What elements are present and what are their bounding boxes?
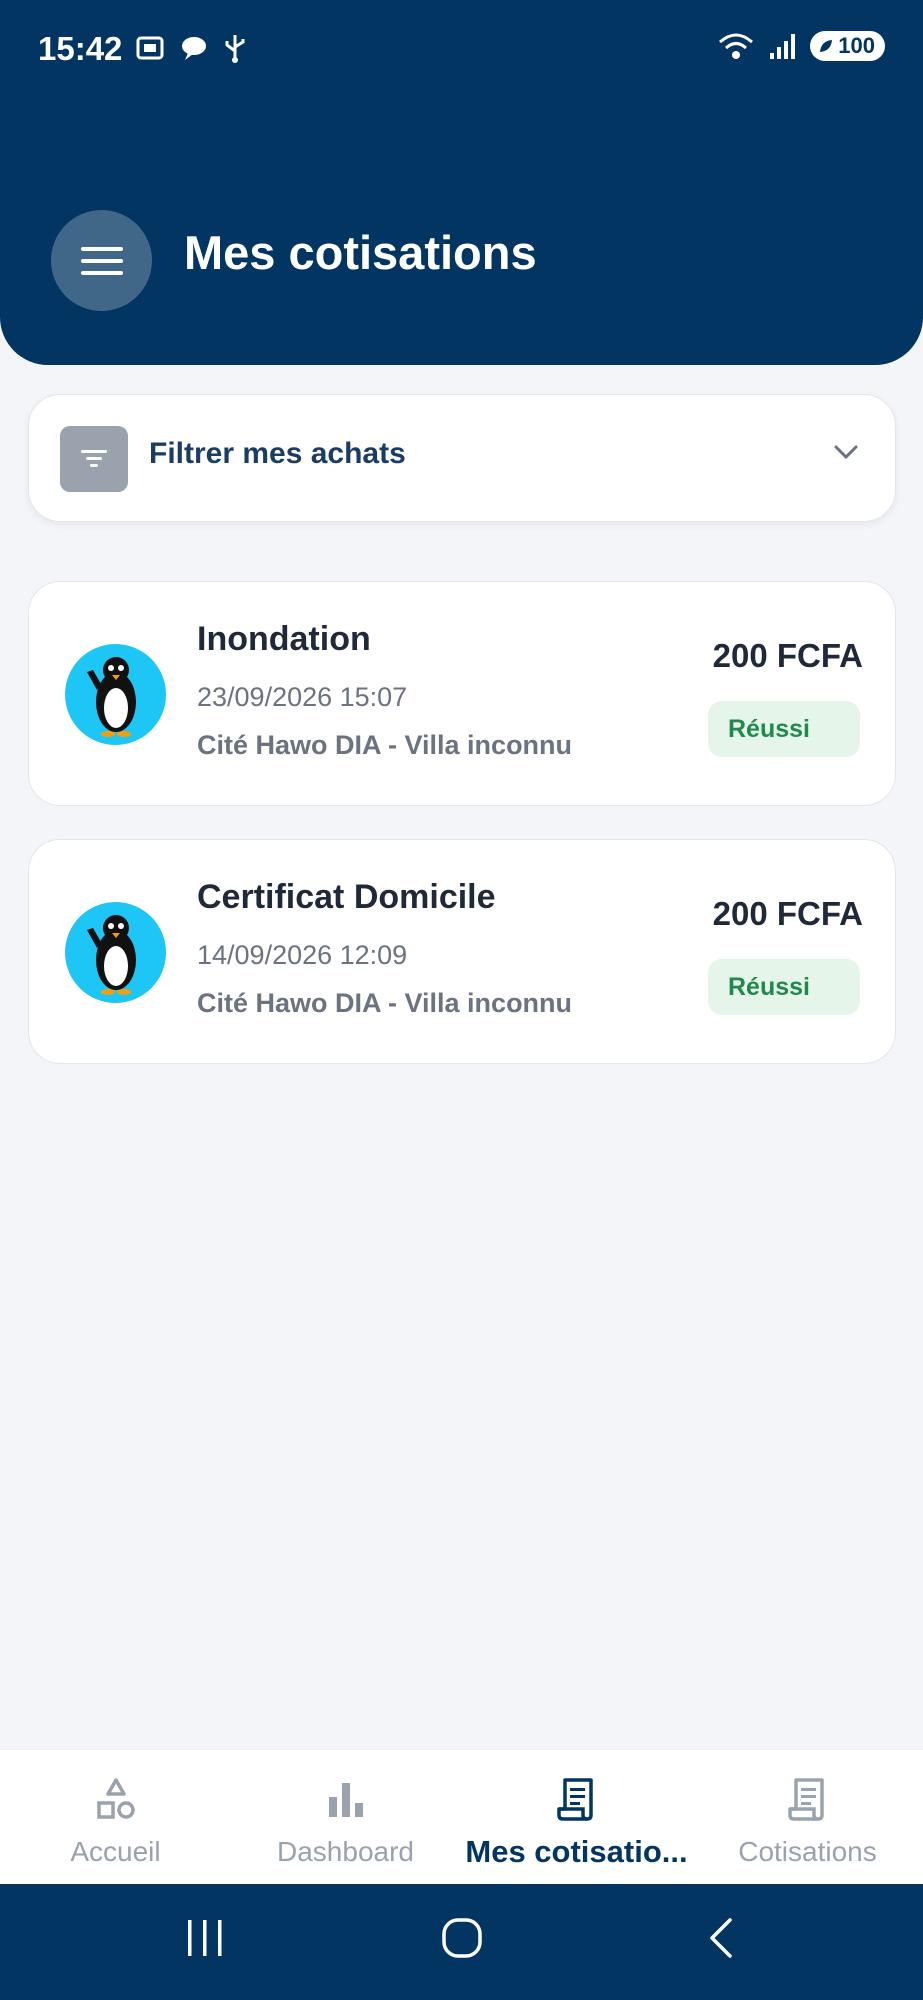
status-badge: Réussi — [708, 701, 860, 757]
card-title: Inondation — [197, 620, 371, 658]
status-notification-icons — [135, 33, 247, 63]
receipt-icon — [556, 1778, 593, 1821]
shapes-icon — [96, 1778, 135, 1819]
chevron-down-icon — [834, 445, 858, 460]
avatar — [65, 644, 166, 745]
home-button[interactable] — [441, 1916, 483, 1960]
tab-mes-cotisations[interactable]: Mes cotisatio... — [461, 1750, 692, 1885]
penguin-icon — [86, 656, 136, 737]
header: 15:42 100 Mes cotisations — [0, 0, 923, 365]
penguin-icon — [86, 914, 136, 995]
usb-icon — [225, 35, 245, 63]
screenshot-icon — [136, 36, 164, 60]
contribution-card[interactable]: Certificat Domicile 14/09/2026 12:09 Cit… — [28, 839, 896, 1064]
battery-level: 100 — [838, 33, 875, 58]
bottom-tab-bar: Accueil Dashboard Mes cotisatio... Cotis… — [0, 1749, 923, 1884]
card-amount: 200 FCFA — [712, 895, 863, 932]
tab-label: Cotisations — [738, 1836, 877, 1867]
filter-label: Filtrer mes achats — [149, 437, 406, 470]
avatar — [65, 902, 166, 1003]
tab-dashboard[interactable]: Dashboard — [230, 1750, 461, 1885]
tab-label: Accueil — [70, 1836, 161, 1867]
signal-icon — [770, 34, 796, 59]
card-location: Cité Hawo DIA - Villa inconnu — [197, 730, 573, 760]
tab-label: Mes cotisatio... — [465, 1834, 688, 1869]
page-title: Mes cotisations — [184, 226, 537, 279]
status-bar: 15:42 100 — [0, 0, 923, 100]
status-badge: Réussi — [708, 959, 860, 1015]
hamburger-icon — [80, 246, 123, 275]
leaf-icon — [820, 40, 833, 52]
tab-accueil[interactable]: Accueil — [0, 1750, 231, 1885]
battery-indicator: 100 — [810, 31, 885, 61]
filter-dropdown[interactable]: Filtrer mes achats — [28, 394, 896, 522]
status-time: 15:42 — [38, 30, 123, 67]
card-date: 14/09/2026 12:09 — [197, 940, 408, 970]
bar-chart-icon — [328, 1783, 363, 1817]
card-title: Certificat Domicile — [197, 878, 496, 916]
menu-button[interactable] — [51, 210, 152, 311]
tab-cotisations[interactable]: Cotisations — [692, 1750, 923, 1885]
wifi-icon — [719, 33, 754, 59]
chat-icon — [182, 37, 206, 60]
system-navigation-bar — [0, 1884, 923, 2000]
card-amount: 200 FCFA — [712, 637, 863, 674]
tab-label: Dashboard — [277, 1836, 414, 1867]
card-location: Cité Hawo DIA - Villa inconnu — [197, 988, 573, 1018]
recent-apps-button[interactable] — [185, 1916, 225, 1960]
card-date: 23/09/2026 15:07 — [197, 682, 408, 712]
filter-icon — [60, 426, 128, 492]
receipt-icon — [787, 1778, 824, 1821]
status-system-icons: 100 — [716, 30, 885, 62]
contribution-card[interactable]: Inondation 23/09/2026 15:07 Cité Hawo DI… — [28, 581, 896, 806]
back-button[interactable] — [706, 1916, 736, 1960]
